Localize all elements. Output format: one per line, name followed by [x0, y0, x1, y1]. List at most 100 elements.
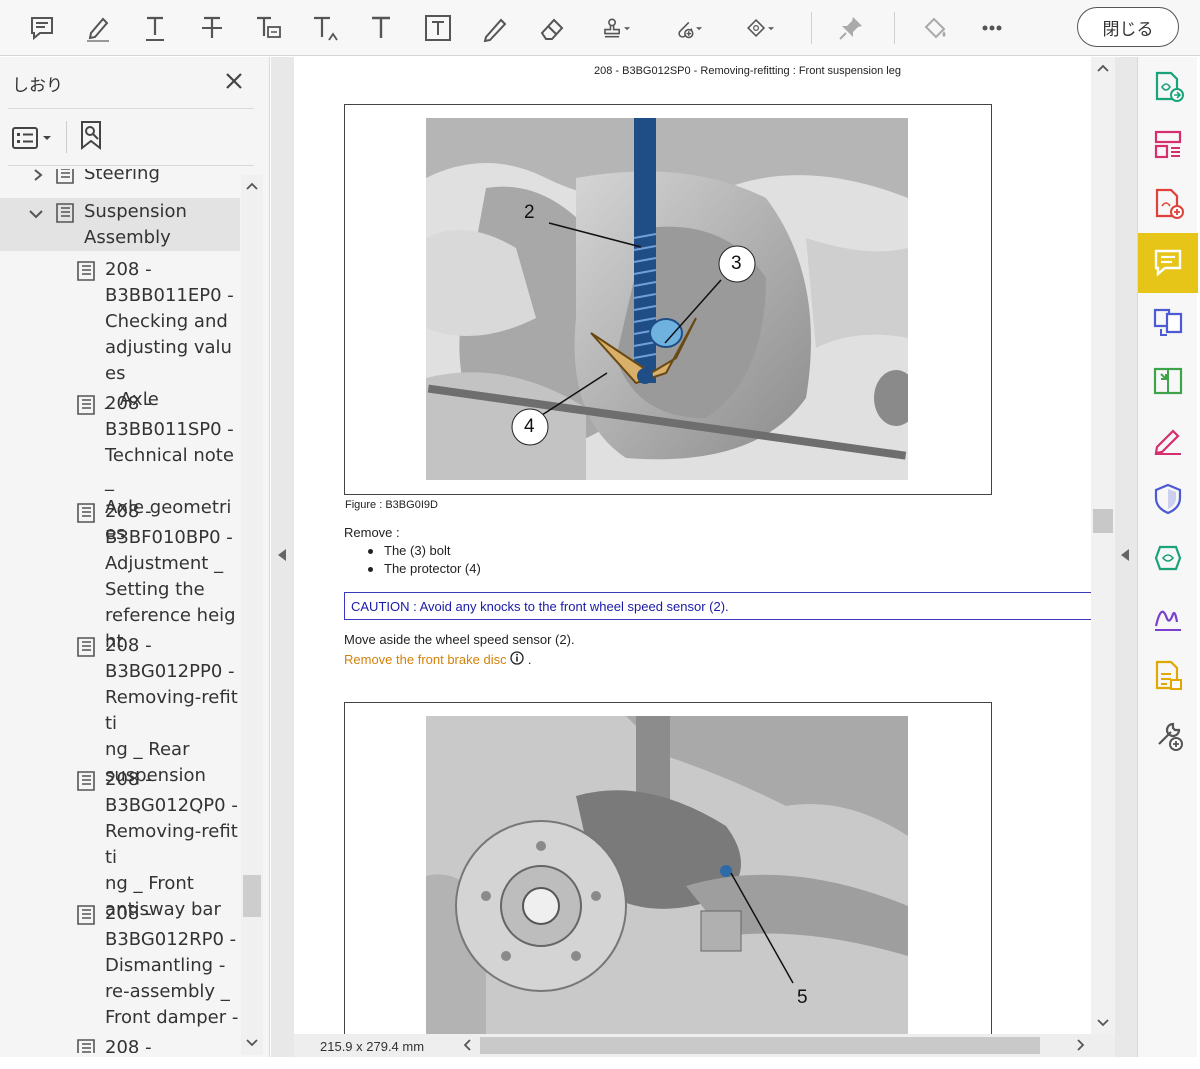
toolbar-separator	[894, 12, 895, 44]
export-pdf-icon[interactable]	[1138, 57, 1198, 117]
scroll-left-icon[interactable]	[460, 1037, 476, 1053]
bookmark-page-icon	[75, 502, 97, 524]
create-pdf-icon[interactable]	[1138, 174, 1198, 234]
scrollbar-thumb[interactable]	[480, 1037, 1040, 1054]
collapse-right-panel-icon[interactable]	[1119, 547, 1131, 563]
scroll-up-icon[interactable]	[241, 179, 263, 195]
bookmark-item[interactable]: 208 - B3BF010BP0 - Adjustment _ Setting …	[0, 498, 240, 652]
eraser-icon[interactable]	[532, 8, 572, 48]
comment-tool-icon[interactable]	[1138, 233, 1198, 293]
divider	[8, 165, 254, 166]
pin-icon[interactable]	[831, 8, 871, 48]
strikethrough-icon[interactable]	[192, 8, 232, 48]
toolbar-separator	[811, 12, 812, 44]
callout-label: 3	[731, 253, 742, 274]
pdf-page: 208 - B3BG012SP0 - Removing-refitting : …	[294, 57, 1091, 1034]
fill-sign-icon[interactable]	[1138, 410, 1198, 470]
scroll-up-icon[interactable]	[1091, 61, 1115, 77]
document-scrollbar[interactable]	[1091, 57, 1115, 1034]
scroll-down-icon[interactable]	[241, 1035, 263, 1051]
bookmark-item[interactable]: 208 - B3BG012PP0 - Removing-refitti ng _…	[0, 632, 240, 786]
panel-title: しおり	[12, 76, 63, 96]
close-panel-icon[interactable]	[222, 69, 246, 93]
annotation-toolbar: 閉じる	[0, 0, 1200, 56]
compress-icon[interactable]	[1138, 351, 1198, 411]
tools-rail	[1137, 57, 1198, 1057]
protect-icon[interactable]	[1138, 469, 1198, 529]
figure-2-callouts	[730, 872, 794, 984]
bookmark-tree: Steering Suspension Assembly 208 - B3BB0…	[0, 169, 240, 1053]
punctuation: .	[527, 652, 532, 667]
bookmark-label: Suspension Assembly	[84, 201, 187, 248]
list-item: The protector (4)	[368, 561, 481, 579]
callout-label: 2	[524, 202, 535, 223]
comment-icon[interactable]	[22, 8, 62, 48]
figure-caption: Figure : B3BG0I9D	[345, 499, 438, 511]
bookmark-page-icon	[75, 904, 97, 926]
bookmark-page-icon	[75, 1038, 97, 1053]
collapse-left-panel-icon[interactable]	[276, 547, 288, 563]
bookmark-label: 208 -	[105, 1037, 152, 1053]
more-icon[interactable]	[972, 8, 1012, 48]
highlight-icon[interactable]	[78, 8, 118, 48]
figure-1-callouts	[511, 222, 756, 446]
bookmark-item[interactable]: 208 - B3BB011EP0 - Checking and adjustin…	[0, 256, 240, 410]
scrollbar-thumb[interactable]	[243, 875, 261, 917]
chevron-down-icon[interactable]	[28, 204, 44, 220]
bookmarks-panel: しおり Steering Suspension Assembly 208 - B…	[0, 57, 270, 1057]
bookmark-label: 208 - B3BG012RP0 - Dismantling - re-asse…	[105, 903, 239, 1028]
callout-label: 4	[524, 416, 535, 437]
figure-2: 5	[344, 702, 992, 1034]
bookmark-item[interactable]: 208 - B3BG012QP0 - Removing-refitti ng _…	[0, 766, 240, 920]
bookmark-scrollbar[interactable]	[241, 175, 263, 1055]
shapes-icon[interactable]	[736, 8, 784, 48]
underline-text-icon[interactable]	[135, 8, 175, 48]
brake-disc-link[interactable]: Remove the front brake disc	[344, 652, 507, 667]
find-current-bookmark-icon[interactable]	[76, 119, 110, 153]
bookmark-page-icon	[54, 169, 76, 185]
bookmark-page-icon	[54, 202, 76, 224]
bookmark-item[interactable]: 208 - B3BG012RP0 - Dismantling - re-asse…	[0, 900, 240, 1030]
callout-label: 5	[797, 987, 808, 1008]
fill-color-icon[interactable]	[915, 8, 955, 48]
bookmark-item-suspension-assembly[interactable]: Suspension Assembly	[0, 198, 240, 251]
add-text-icon[interactable]	[361, 8, 401, 48]
text-box-icon[interactable]	[418, 8, 458, 48]
stamp-icon[interactable]	[592, 8, 640, 48]
bookmark-label: Steering	[84, 169, 160, 184]
more-tools-doc-icon[interactable]	[1138, 646, 1198, 706]
info-icon[interactable]	[510, 651, 524, 665]
pencil-icon[interactable]	[475, 8, 515, 48]
chevron-right-icon[interactable]	[30, 169, 46, 181]
bookmark-page-icon	[75, 394, 97, 416]
organize-pages-icon[interactable]	[1138, 115, 1198, 175]
add-tools-icon[interactable]	[1138, 705, 1198, 765]
bookmark-options-icon[interactable]	[10, 123, 56, 153]
document-viewer: 208 - B3BG012SP0 - Removing-refitting : …	[271, 57, 1137, 1057]
instruction-text: Move aside the wheel speed sensor (2).	[344, 632, 575, 647]
remove-label: Remove :	[344, 525, 400, 540]
divider	[66, 121, 67, 153]
insert-text-icon[interactable]	[305, 8, 345, 48]
bookmark-item[interactable]: 208 - B3BB011SP0 - Technical note _ Axle…	[0, 390, 240, 544]
close-button[interactable]: 閉じる	[1077, 7, 1179, 47]
bookmark-item[interactable]: 208 -	[0, 1034, 240, 1053]
bookmark-page-icon	[75, 770, 97, 792]
caution-box: CAUTION : Avoid any knocks to the front …	[344, 592, 1091, 620]
list-item: The (3) bolt	[368, 543, 481, 561]
page-header: 208 - B3BG012SP0 - Removing-refitting : …	[594, 65, 901, 77]
bookmark-item-steering[interactable]: Steering	[0, 169, 240, 189]
send-for-review-icon[interactable]	[1138, 528, 1198, 588]
scroll-down-icon[interactable]	[1091, 1015, 1115, 1031]
combine-files-icon[interactable]	[1138, 292, 1198, 352]
figure-1: 2 3 4	[344, 104, 992, 495]
bookmark-page-icon	[75, 636, 97, 658]
scroll-right-icon[interactable]	[1072, 1037, 1088, 1053]
request-signature-icon[interactable]	[1138, 587, 1198, 647]
replace-text-icon[interactable]	[248, 8, 288, 48]
attach-file-icon[interactable]	[664, 8, 712, 48]
divider	[8, 108, 254, 109]
horizontal-scrollbar: 215.9 x 279.4 mm	[294, 1034, 1115, 1057]
scrollbar-thumb[interactable]	[1093, 509, 1113, 533]
bookmark-page-icon	[75, 260, 97, 282]
